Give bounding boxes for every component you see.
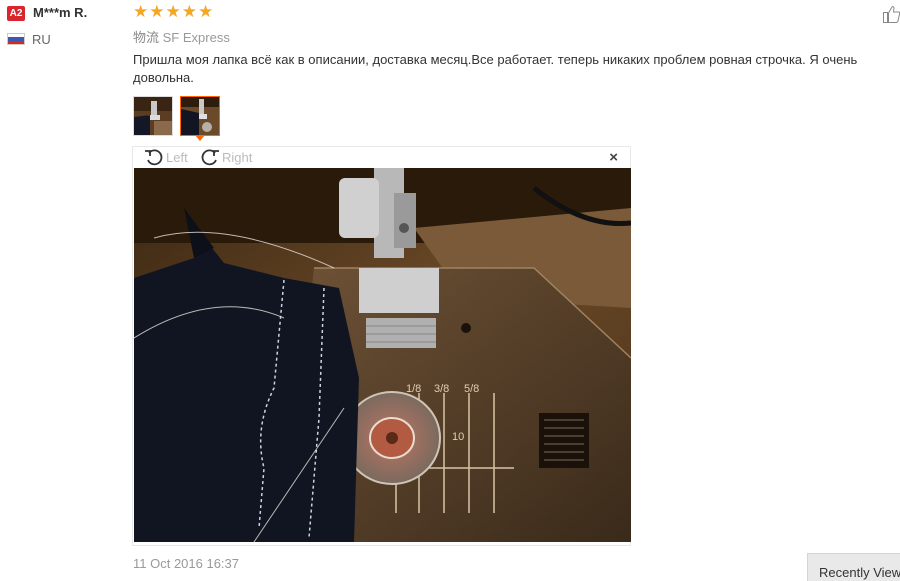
sewing-machine-photo-thumbnail-icon xyxy=(134,97,172,135)
review-text: Пришла моя лапка всё как в описании, дос… xyxy=(133,52,858,85)
shipping-carrier: SF Express xyxy=(162,30,230,45)
thumbs-up-icon[interactable] xyxy=(883,5,900,23)
sewing-machine-photo-thumbnail-icon xyxy=(181,97,219,135)
recently-viewed-tab[interactable]: Recently Viewed xyxy=(807,553,900,581)
star-icon: ★ xyxy=(181,2,197,21)
svg-text:3/8: 3/8 xyxy=(434,383,449,395)
rotate-left-button[interactable]: Left xyxy=(144,148,188,166)
star-icon: ★ xyxy=(133,2,149,21)
rotate-right-button[interactable]: Right xyxy=(200,148,252,166)
reviewer-country: RU xyxy=(32,32,51,47)
sewing-machine-presser-foot-photo-icon: 1/8 3/8 5/8 10 xyxy=(134,168,631,542)
photo-viewer-toolbar: Left Right × xyxy=(133,147,630,168)
rotate-left-label: Left xyxy=(166,149,188,165)
review-photo-thumbnail-2[interactable] xyxy=(180,96,220,136)
rotate-right-label: Right xyxy=(222,149,253,165)
reviewer-name: M***m R. xyxy=(33,5,88,20)
svg-text:1/8: 1/8 xyxy=(406,383,421,395)
star-icon: ★ xyxy=(198,2,214,21)
active-thumbnail-pointer xyxy=(195,135,205,141)
shipping-label: 物流 xyxy=(133,30,160,45)
review-date: 11 Oct 2016 16:37 xyxy=(133,556,240,571)
close-viewer-button[interactable]: × xyxy=(609,149,618,166)
rotate-left-icon xyxy=(145,149,163,166)
svg-text:5/8: 5/8 xyxy=(464,383,479,395)
photo-viewer: Left Right × 1/8 3/8 5/8 10 xyxy=(132,146,631,546)
svg-text:10: 10 xyxy=(452,431,464,443)
review-photo-thumbnail-1[interactable] xyxy=(133,96,173,136)
russia-flag-icon xyxy=(7,33,25,45)
buyer-level-badge: A2 xyxy=(7,6,25,21)
review-photo: 1/8 3/8 5/8 10 xyxy=(134,168,631,542)
rotate-right-icon xyxy=(201,149,219,166)
star-icon: ★ xyxy=(165,2,181,21)
shipping-info: 物流 SF Express xyxy=(133,27,230,46)
star-icon: ★ xyxy=(149,2,165,21)
star-rating: ★ ★ ★ ★ ★ xyxy=(133,3,213,21)
